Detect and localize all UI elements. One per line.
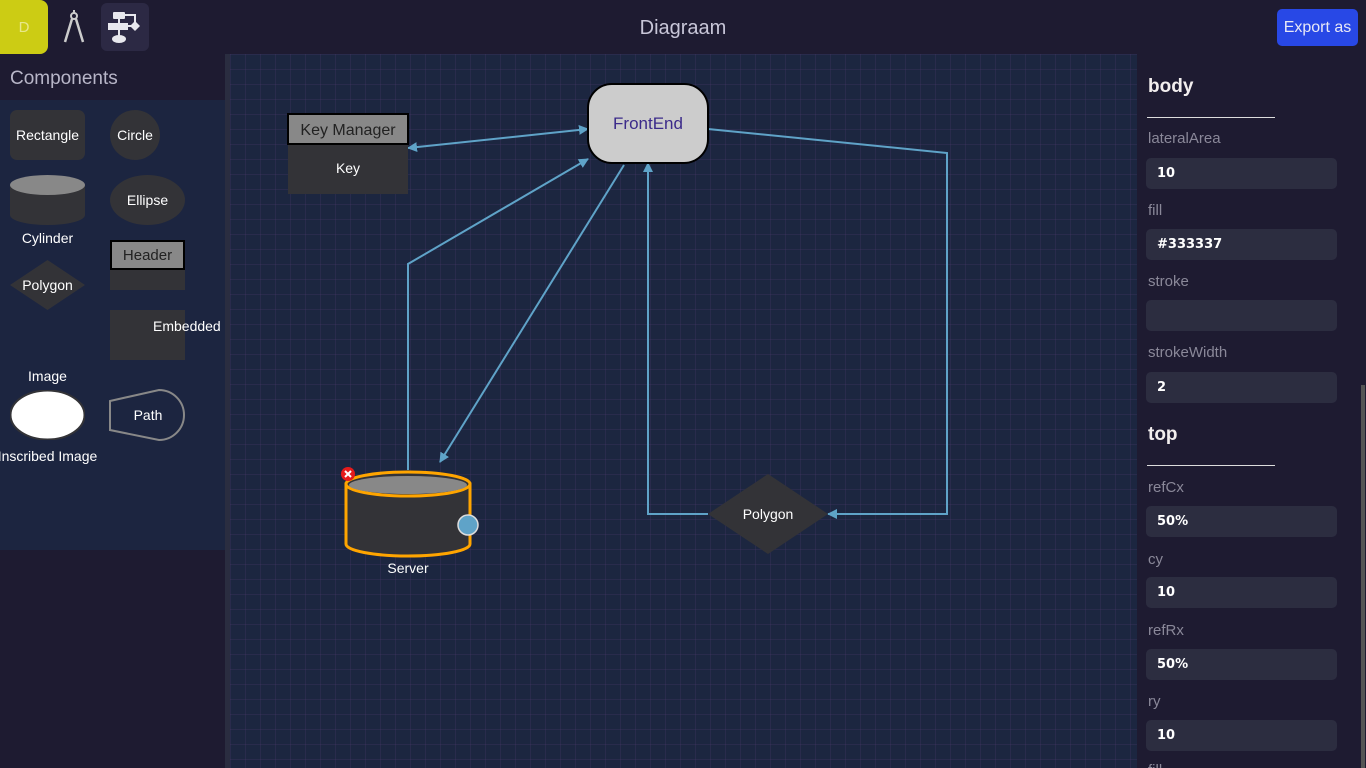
palette-inscribed-image-label: Inscribed Image bbox=[0, 448, 98, 464]
edge-keymanager-frontend[interactable] bbox=[407, 124, 589, 153]
palette-cylinder-label: Cylinder bbox=[21, 230, 74, 246]
palette-circle[interactable]: Circle bbox=[110, 110, 160, 160]
palette-ellipse[interactable]: Ellipse bbox=[110, 175, 185, 225]
node-polygon[interactable]: Polygon bbox=[708, 474, 828, 554]
ref-cx-input[interactable] bbox=[1146, 506, 1337, 537]
field-label: fill bbox=[1148, 762, 1162, 768]
export-button[interactable]: Export as bbox=[1277, 9, 1358, 46]
section-top-title: top bbox=[1148, 424, 1178, 445]
palette-header-label: Header bbox=[110, 240, 185, 270]
fill-input[interactable] bbox=[1146, 229, 1337, 260]
palette-polygon[interactable]: Polygon bbox=[10, 260, 85, 310]
node-key-manager[interactable]: Key Manager Key bbox=[287, 113, 409, 194]
polygon-label: Polygon bbox=[743, 506, 794, 522]
palette-path-label: Path bbox=[133, 407, 163, 423]
components-panel: Components Rectangle Circle Cylinder Ell… bbox=[0, 54, 225, 768]
field-label: refRx bbox=[1148, 622, 1184, 639]
properties-scrollbar[interactable] bbox=[1361, 385, 1365, 768]
component-palette: Rectangle Circle Cylinder Ellipse Header… bbox=[0, 100, 225, 550]
field-label: lateralArea bbox=[1148, 130, 1221, 147]
cy-input[interactable] bbox=[1146, 577, 1337, 608]
divider bbox=[1147, 465, 1275, 466]
stroke-input[interactable] bbox=[1146, 300, 1337, 331]
palette-image-label[interactable]: Image bbox=[10, 366, 85, 386]
field-label: fill bbox=[1148, 202, 1163, 219]
edge-polygon-frontend[interactable] bbox=[643, 162, 708, 515]
ref-rx-input[interactable] bbox=[1146, 649, 1337, 680]
edge-frontend-polygon[interactable] bbox=[707, 128, 948, 519]
divider bbox=[1147, 117, 1275, 118]
key-manager-body: Key bbox=[336, 160, 360, 176]
field-label: cy bbox=[1148, 551, 1163, 568]
ry-input[interactable] bbox=[1146, 720, 1337, 751]
field-label: refCx bbox=[1148, 479, 1184, 496]
palette-cylinder[interactable] bbox=[10, 175, 85, 225]
palette-embedded-image-label: Embedded I bbox=[153, 318, 225, 334]
node-frontend[interactable]: FrontEnd bbox=[587, 83, 709, 164]
connection-handle[interactable] bbox=[457, 514, 479, 536]
lateral-area-input[interactable] bbox=[1146, 158, 1337, 189]
edge-server-frontend[interactable] bbox=[407, 158, 589, 470]
top-bar: D Diagraam Export as bbox=[0, 0, 1366, 54]
node-server[interactable]: Server bbox=[344, 470, 472, 576]
palette-rectangle[interactable]: Rectangle bbox=[10, 110, 85, 160]
palette-polygon-label: Polygon bbox=[22, 277, 73, 293]
field-label: strokeWidth bbox=[1148, 344, 1228, 361]
section-body-title: body bbox=[1148, 76, 1194, 97]
diagram-canvas[interactable]: Key Manager Key FrontEnd Server Polygon bbox=[230, 54, 1137, 768]
stroke-width-input[interactable] bbox=[1146, 372, 1337, 403]
palette-inscribed-image[interactable] bbox=[9, 389, 86, 441]
palette-header[interactable]: Header bbox=[110, 240, 185, 290]
remove-node-icon[interactable] bbox=[341, 467, 355, 481]
field-label: stroke bbox=[1148, 273, 1189, 290]
key-manager-header: Key Manager bbox=[300, 122, 396, 139]
properties-panel: body lateralArea fill stroke strokeWidth… bbox=[1137, 54, 1366, 768]
components-heading: Components bbox=[10, 68, 118, 89]
server-label: Server bbox=[387, 560, 429, 576]
palette-path[interactable]: Path bbox=[109, 388, 187, 442]
app-title: Diagraam bbox=[639, 17, 727, 39]
edge-frontend-server[interactable] bbox=[439, 164, 625, 463]
frontend-label: FrontEnd bbox=[613, 114, 683, 133]
field-label: ry bbox=[1148, 693, 1161, 710]
